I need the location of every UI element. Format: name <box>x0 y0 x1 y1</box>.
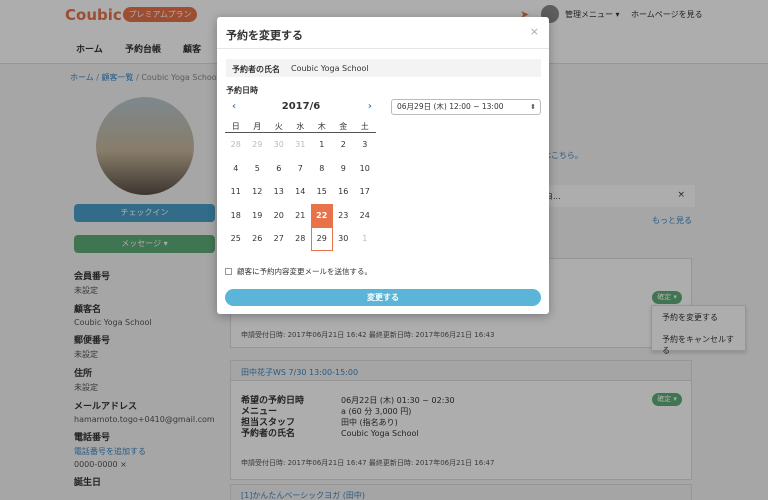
calendar-day-today[interactable]: 22 <box>311 203 333 227</box>
calendar-day[interactable]: 2 <box>333 133 355 157</box>
weekday-header: 水 <box>289 120 311 133</box>
calendar-day[interactable]: 16 <box>333 180 355 204</box>
weekday-header: 金 <box>332 120 354 133</box>
notify-label[interactable]: 顧客に予約内容変更メールを送信する。 <box>237 266 372 277</box>
calendar-day[interactable]: 28 <box>290 227 312 251</box>
calendar-day[interactable]: 12 <box>247 180 269 204</box>
calendar-day[interactable]: 13 <box>268 180 290 204</box>
change-reservation-modal: 予約を変更する × 予約者の氏名 Coubic Yoga School 予約日時… <box>217 17 549 314</box>
calendar-day[interactable]: 9 <box>333 157 355 181</box>
calendar-day[interactable]: 11 <box>225 180 247 204</box>
calendar-day[interactable]: 21 <box>290 204 312 228</box>
calendar-day[interactable]: 3 <box>354 133 376 157</box>
customer-name-row: 予約者の氏名 Coubic Yoga School <box>226 59 541 77</box>
calendar-day: 1 <box>362 234 368 243</box>
name-value: Coubic Yoga School <box>291 64 369 73</box>
modal-divider <box>217 48 549 49</box>
calendar-day[interactable]: 26 <box>247 227 269 251</box>
weekday-header: 火 <box>268 120 290 133</box>
calendar: ‹ 2017/6 › 日月火水木金土 28 29 30 31 1 2 3 4 5 6 7 8 9 10 11 1… <box>225 99 377 251</box>
calendar-header: ‹ 2017/6 › <box>225 99 377 115</box>
calendar-day[interactable]: 15 <box>311 180 333 204</box>
time-select[interactable]: 06月29日 (木) 12:00 ~ 13:00 ⬍ <box>391 99 541 115</box>
calendar-day[interactable]: 1 <box>311 133 333 157</box>
weekday-header: 土 <box>354 120 376 133</box>
calendar-day[interactable]: 25 <box>225 227 247 251</box>
calendar-day[interactable]: 27 <box>268 227 290 251</box>
calendar-day: 29 <box>252 140 263 149</box>
calendar-day: 31 <box>295 140 306 149</box>
calendar-day[interactable]: 10 <box>354 157 376 181</box>
chevron-right-icon[interactable]: › <box>368 101 372 112</box>
calendar-day[interactable]: 24 <box>354 204 376 228</box>
calendar-day: 28 <box>230 140 241 149</box>
time-select-value: 06月29日 (木) 12:00 ~ 13:00 <box>397 102 504 111</box>
name-label: 予約者の氏名 <box>232 65 280 74</box>
calendar-grid: 日月火水木金土 28 29 30 31 1 2 3 4 5 6 7 8 9 10 11 12 13 14 15 16 17… <box>225 120 377 251</box>
weekday-header: 月 <box>246 120 268 133</box>
calendar-day[interactable]: 7 <box>290 157 312 181</box>
select-arrow-icon: ⬍ <box>530 103 536 111</box>
calendar-day[interactable]: 8 <box>311 157 333 181</box>
close-icon[interactable]: × <box>530 25 539 38</box>
weekday-header: 木 <box>311 120 333 133</box>
notify-checkbox[interactable] <box>225 268 232 275</box>
calendar-day[interactable]: 23 <box>333 204 355 228</box>
calendar-day[interactable]: 4 <box>225 157 247 181</box>
submit-button[interactable]: 変更する <box>225 289 541 306</box>
calendar-day: 30 <box>273 140 284 149</box>
calendar-month: 2017/6 <box>281 101 321 112</box>
calendar-day[interactable]: 17 <box>354 180 376 204</box>
calendar-day[interactable]: 18 <box>225 204 247 228</box>
weekday-header: 日 <box>225 120 247 133</box>
calendar-day[interactable]: 20 <box>268 204 290 228</box>
calendar-day[interactable]: 19 <box>247 204 269 228</box>
modal-title: 予約を変更する <box>226 29 303 42</box>
calendar-day[interactable]: 5 <box>247 157 269 181</box>
calendar-day[interactable]: 14 <box>290 180 312 204</box>
calendar-day[interactable]: 6 <box>268 157 290 181</box>
calendar-day-selected[interactable]: 29 <box>311 227 333 251</box>
calendar-day[interactable]: 30 <box>333 227 355 251</box>
date-label: 予約日時 <box>226 86 258 95</box>
